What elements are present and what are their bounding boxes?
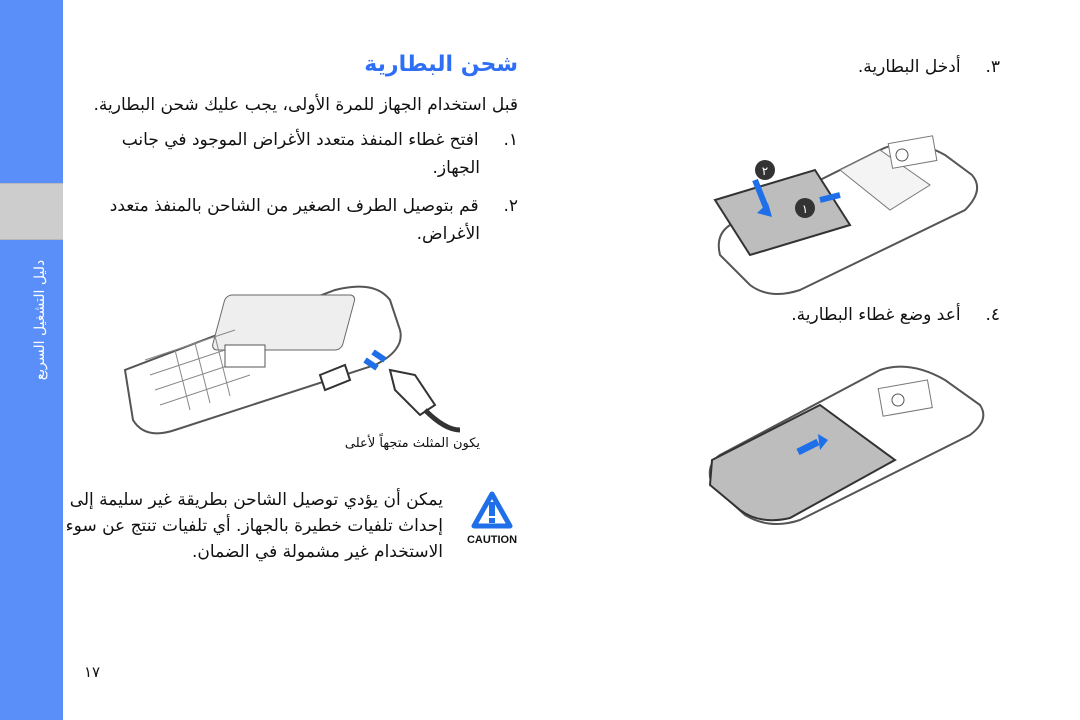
sidebar: دليل التشغيل السريع <box>0 0 63 720</box>
step-2: ٢. قم بتوصيل الطرف الصغير من الشاحن بالم… <box>110 196 518 216</box>
step-number: ٢. <box>503 196 518 216</box>
step-number: ٣. <box>985 57 1000 77</box>
warning-triangle-icon <box>471 491 513 529</box>
step-3: ٣. أدخل البطارية. <box>858 57 1000 77</box>
step-text: أعد وضع غطاء البطارية. <box>791 305 961 325</box>
caution-line-2: إحداث تلفيات خطيرة بالجهاز. أي تلفيات تن… <box>65 516 443 536</box>
sidebar-label: دليل التشغيل السريع <box>32 259 48 381</box>
caution-line-3: الاستخدام غير مشمولة في الضمان. <box>192 542 443 562</box>
caution-notice: CAUTION <box>463 490 521 546</box>
page-number: ١٧ <box>84 663 101 681</box>
step-text: افتح غطاء المنفذ متعدد الأغراض الموجود ف… <box>121 130 479 150</box>
step-1-cont: الجهاز. <box>432 158 480 178</box>
caution-label: CAUTION <box>466 534 518 546</box>
step-text: قم بتوصيل الطرف الصغير من الشاحن بالمنفذ… <box>109 196 479 216</box>
sidebar-tab-marker <box>0 183 63 240</box>
phone-charger-illustration <box>123 285 461 435</box>
battery-insert-illustration: ٢ ١ <box>713 135 979 295</box>
step-2-cont: الأغراض. <box>416 224 480 244</box>
figure-caption: يكون المثلث متجهاً لأعلى <box>344 436 480 451</box>
battery-cover-illustration <box>708 365 985 525</box>
step-text: أدخل البطارية. <box>857 57 961 77</box>
step-4: ٤. أعد وضع غطاء البطارية. <box>791 305 1000 325</box>
step-number: ١. <box>503 130 518 150</box>
intro-text: قبل استخدام الجهاز للمرة الأولى، يجب علي… <box>93 95 519 115</box>
badge-1: ١ <box>802 202 808 216</box>
step-number: ٤. <box>985 305 1000 325</box>
step-1: ١. افتح غطاء المنفذ متعدد الأغراض الموجو… <box>122 130 518 150</box>
section-title: شحن البطارية <box>364 52 518 77</box>
caution-line-1: يمكن أن يؤدي توصيل الشاحن بطريقة غير سلي… <box>69 490 443 510</box>
badge-2: ٢ <box>762 164 768 178</box>
